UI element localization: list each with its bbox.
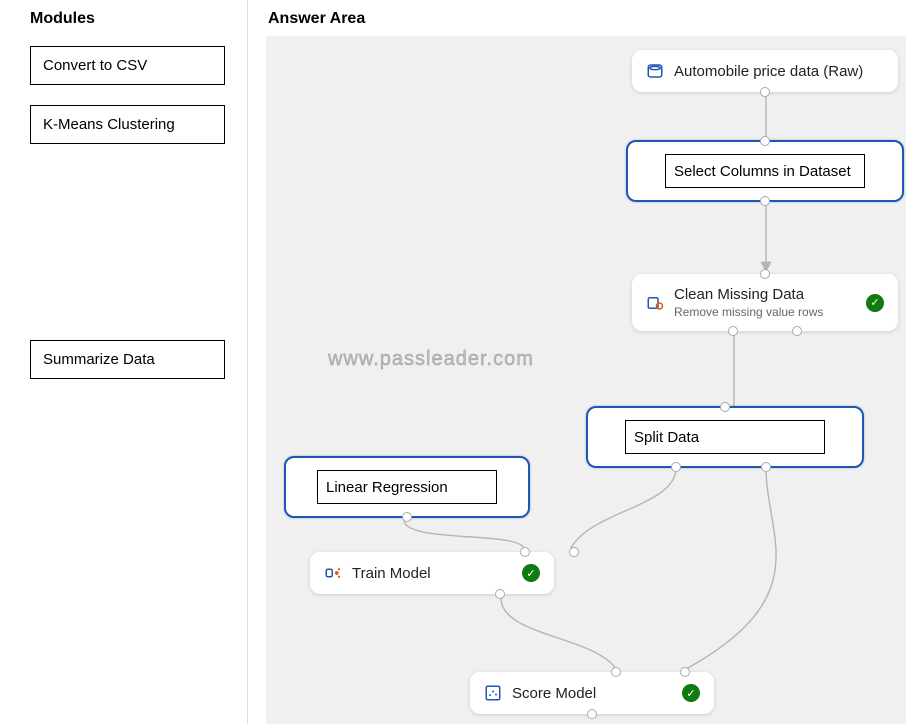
output-port-2[interactable] — [792, 326, 802, 336]
module-kmeans-clustering[interactable]: K-Means Clustering — [30, 105, 225, 144]
output-port[interactable] — [495, 589, 505, 599]
node-automobile-price-data-raw[interactable]: Automobile price data (Raw) — [632, 50, 898, 92]
node-select-columns[interactable]: Select Columns in Dataset — [626, 140, 904, 202]
success-check-icon: ✓ — [522, 564, 540, 582]
node-label: Clean Missing Data — [674, 286, 856, 303]
input-port-1[interactable] — [611, 667, 621, 677]
output-port[interactable] — [760, 196, 770, 206]
input-port[interactable] — [760, 269, 770, 279]
module-summarize-data[interactable]: Summarize Data — [30, 340, 225, 379]
success-check-icon: ✓ — [682, 684, 700, 702]
success-check-icon: ✓ — [866, 294, 884, 312]
output-port-1[interactable] — [728, 326, 738, 336]
dropzone-linear-regression[interactable]: Linear Regression — [317, 470, 497, 504]
node-split-data[interactable]: Split Data — [586, 406, 864, 468]
clean-data-icon — [646, 294, 664, 312]
modules-title: Modules — [12, 10, 235, 28]
answer-area-panel: Answer Area Automobile price data (Raw) — [248, 0, 912, 724]
output-port-1[interactable] — [671, 462, 681, 472]
output-port[interactable] — [760, 87, 770, 97]
node-subtitle: Remove missing value rows — [674, 305, 856, 319]
node-clean-missing-data[interactable]: Clean Missing Data Remove missing value … — [632, 274, 898, 331]
dataset-icon — [646, 62, 664, 80]
output-port-2[interactable] — [761, 462, 771, 472]
input-port[interactable] — [760, 136, 770, 146]
node-label: Score Model — [512, 685, 596, 702]
node-label: Automobile price data (Raw) — [674, 63, 863, 80]
pipeline-canvas[interactable]: Automobile price data (Raw) Select Colum… — [266, 36, 906, 724]
input-port-2[interactable] — [680, 667, 690, 677]
dropzone-split-data[interactable]: Split Data — [625, 420, 825, 454]
output-port[interactable] — [402, 512, 412, 522]
watermark: www.passleader.com — [328, 348, 534, 371]
train-model-icon — [324, 564, 342, 582]
score-model-icon — [484, 684, 502, 702]
modules-panel: Modules Convert to CSV K-Means Clusterin… — [0, 0, 248, 724]
node-label: Train Model — [352, 565, 431, 582]
node-linear-regression[interactable]: Linear Regression — [284, 456, 530, 518]
node-score-model[interactable]: Score Model ✓ — [470, 672, 714, 714]
dropzone-select-columns[interactable]: Select Columns in Dataset — [665, 154, 865, 188]
input-port-2[interactable] — [569, 547, 579, 557]
input-port-1[interactable] — [520, 547, 530, 557]
module-convert-to-csv[interactable]: Convert to CSV — [30, 46, 225, 85]
output-port[interactable] — [587, 709, 597, 719]
node-train-model[interactable]: Train Model ✓ — [310, 552, 554, 594]
input-port[interactable] — [720, 402, 730, 412]
